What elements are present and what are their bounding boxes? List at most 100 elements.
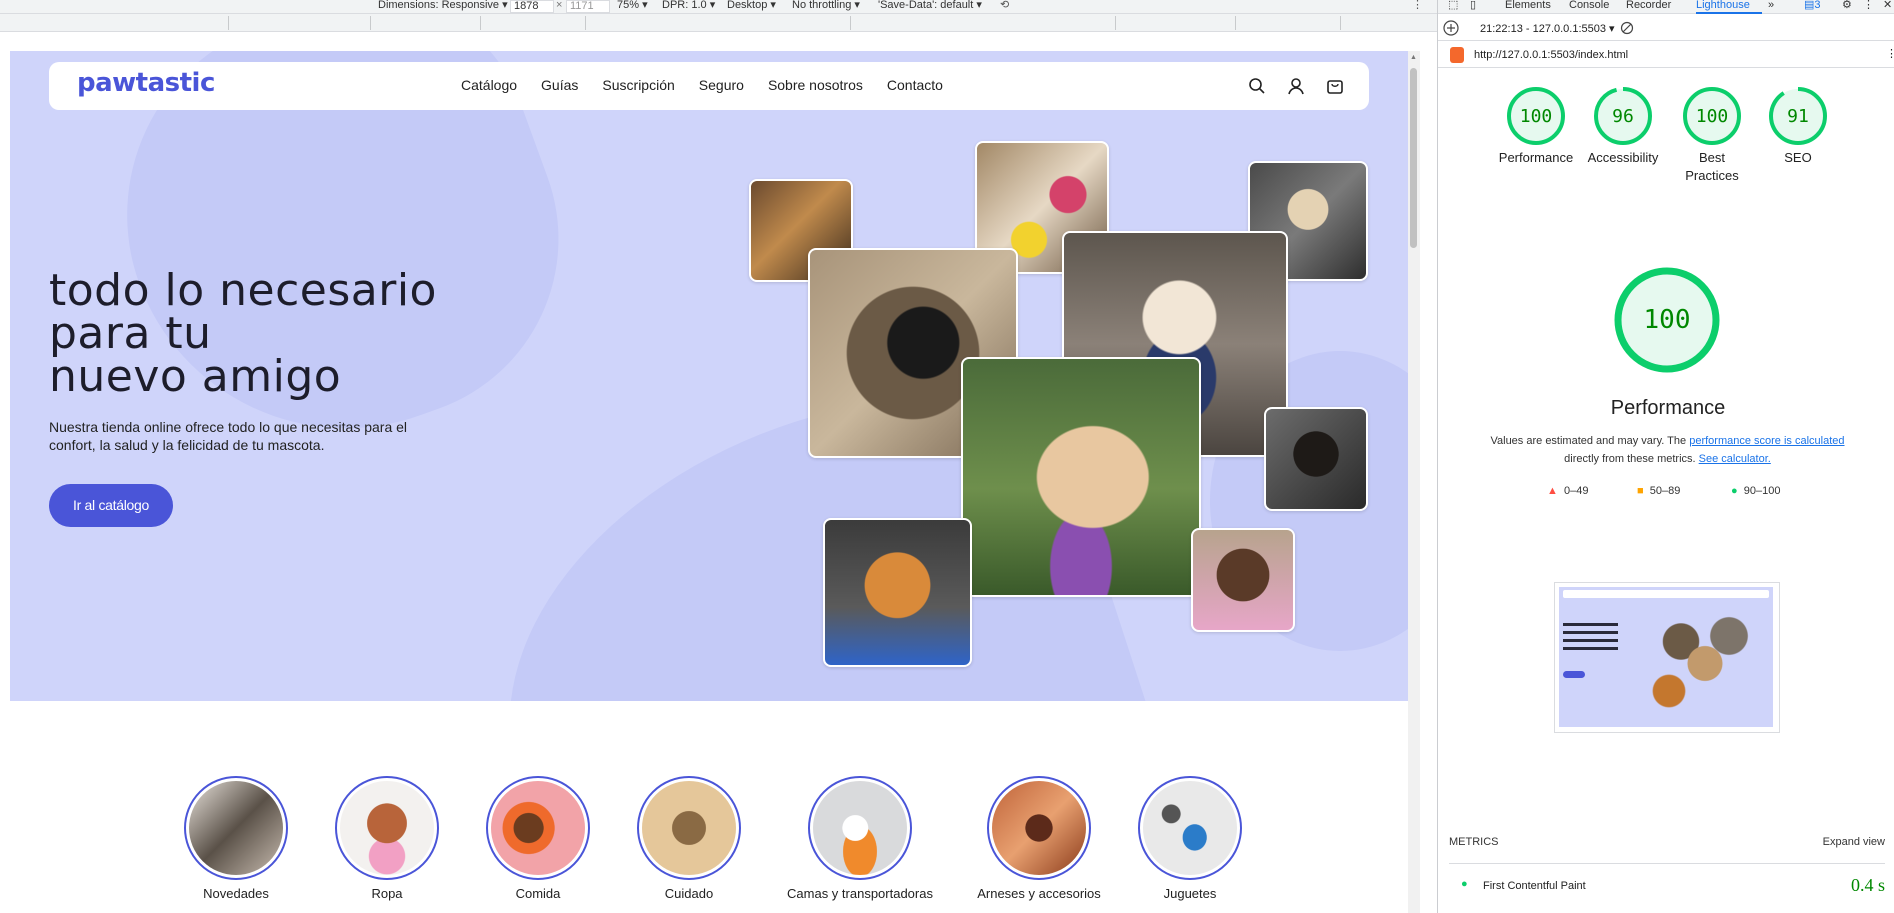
clear-reports-icon[interactable] [1620,21,1634,35]
score-value: 100 [1520,106,1553,127]
score-gauge: 96 [1594,87,1652,145]
close-icon[interactable]: ✕ [1883,0,1892,11]
report-menu-icon[interactable]: ⋮ [1886,47,1894,60]
category-label: Cuidado [664,886,714,901]
category-comida[interactable]: Comida [458,776,618,901]
report-url: http://127.0.0.1:5503/index.html [1474,49,1629,61]
issues-count: 3 [1814,0,1821,11]
category-ropa[interactable]: Ropa [307,776,467,901]
metrics-divider [1449,863,1885,864]
performance-note: Values are estimated and may vary. The p… [1480,432,1855,468]
see-calculator-link[interactable]: See calculator. [1699,453,1771,465]
tab-recorder[interactable]: Recorder [1626,0,1671,11]
cart-icon[interactable] [1324,75,1346,97]
category-label: Arneses y accesorios [977,886,1101,901]
legend-pass: ● 90–100 [1731,485,1781,497]
category-image [987,776,1091,880]
nav-link-sobre-nosotros[interactable]: Sobre nosotros [768,77,863,93]
category-label: Juguetes [1163,886,1217,901]
metric-label: First Contentful Paint [1483,880,1586,892]
score-label: Best Practices [1685,150,1739,183]
new-report-icon[interactable] [1443,20,1459,36]
page-viewport: pawtastic Catálogo Guías Suscripción Seg… [10,51,1408,913]
category-image [1138,776,1242,880]
report-selector-label: 21:22:13 - 127.0.0.1:5503 [1480,23,1606,35]
hero-section: pawtastic Catálogo Guías Suscripción Seg… [10,51,1408,701]
category-cuidado[interactable]: Cuidado [609,776,769,901]
category-label: Novedades [203,886,269,901]
throttling-label: No throttling [792,0,852,11]
device-type-label: Desktop [727,0,768,11]
score-seo[interactable]: 91 SEO [1753,86,1843,167]
tab-elements[interactable]: Elements [1505,0,1551,11]
tab-console[interactable]: Console [1569,0,1609,11]
device-toolbar: Dimensions: Responsive ▾ 1878 × 1171 75%… [0,0,1437,14]
category-label: Ropa [371,886,403,901]
user-icon[interactable] [1285,75,1307,97]
category-camas-transportadoras[interactable]: Camas y transportadoras [780,776,940,901]
more-options-icon[interactable]: ⋮ [1412,0,1423,14]
expand-view-toggle[interactable]: Expand view [1823,836,1885,848]
category-novedades[interactable]: Novedades [156,776,316,901]
score-accessibility[interactable]: 96 Accessibility [1578,86,1668,167]
performance-gauge: 100 [1614,267,1720,373]
lighthouse-icon [1450,47,1464,63]
catalog-button[interactable]: Ir al catálogo [49,484,173,527]
final-screenshot [1554,582,1780,733]
more-tabs-icon[interactable]: » [1768,0,1774,11]
nav-link-seguro[interactable]: Seguro [699,77,744,93]
width-input[interactable]: 1878 [510,0,554,13]
nav-link-guias[interactable]: Guías [541,77,578,93]
zoom-dropdown[interactable]: 75% ▾ [617,0,648,14]
issues-badge[interactable]: ▤3 [1804,0,1821,11]
performance-score-value: 100 [1644,305,1691,335]
settings-icon[interactable]: ⚙ [1842,0,1852,11]
category-image [486,776,590,880]
dpr-dropdown[interactable]: DPR: 1.0 ▾ [662,0,715,14]
thumb-navbar [1563,590,1769,598]
hero-title-line: todo lo necesario [49,265,437,316]
tab-lighthouse[interactable]: Lighthouse [1696,0,1750,11]
devtools-tabbar: ⬚ ▯ Elements Console Recorder Lighthouse… [1438,0,1894,14]
scroll-up-icon[interactable]: ▲ [1410,54,1417,61]
times-separator: × [556,0,563,11]
report-selector[interactable]: 21:22:13 - 127.0.0.1:5503 ▾ [1480,22,1615,35]
score-gauge: 100 [1507,87,1565,145]
score-calculated-link[interactable]: performance score is calculated [1689,435,1844,447]
report-url-bar: http://127.0.0.1:5503/index.html ⋮ [1438,42,1894,68]
metric-value: 0.4 s [1850,875,1885,895]
active-tab-indicator [1696,12,1762,14]
nav-link-contacto[interactable]: Contacto [887,77,943,93]
score-value: 100 [1696,106,1729,127]
thumb-title [1563,623,1618,651]
nav-link-catalogo[interactable]: Catálogo [461,77,517,93]
devtools-menu-icon[interactable]: ⋮ [1863,0,1874,11]
category-arneses-accesorios[interactable]: Arneses y accesorios [959,776,1119,901]
pet-photo-7 [961,357,1201,597]
note-text: Values are estimated and may vary. The [1490,435,1690,447]
height-input[interactable]: 1171 [566,0,610,13]
throttling-dropdown[interactable]: No throttling ▾ [792,0,860,14]
category-image [184,776,288,880]
site-logo[interactable]: pawtastic [77,68,215,98]
save-data-dropdown[interactable]: 'Save-Data': default ▾ [878,0,982,14]
score-performance[interactable]: 100 Performance [1491,86,1581,167]
score-value: 96 [1612,106,1634,127]
dimensions-dropdown[interactable]: Dimensions: Responsive ▾ [378,0,508,14]
search-icon[interactable] [1246,75,1268,97]
inspect-icon[interactable]: ⬚ [1448,0,1458,11]
media-query-ruler [0,14,1437,32]
hero-title-line: nuevo amigo [49,351,342,402]
score-best-practices[interactable]: 100 Best Practices [1667,86,1757,185]
category-label: Camas y transportadoras [787,886,933,901]
save-data-label: 'Save-Data': default [878,0,974,11]
score-label: Performance [1498,150,1574,165]
rotate-icon[interactable]: ⟲ [1000,0,1009,14]
category-juguetes[interactable]: Juguetes [1110,776,1270,901]
nav-link-suscripcion[interactable]: Suscripción [602,77,674,93]
device-type-dropdown[interactable]: Desktop ▾ [727,0,776,14]
legend-label: 0–49 [1564,485,1589,497]
thumb-collage [1645,603,1765,713]
device-toggle-icon[interactable]: ▯ [1470,0,1476,11]
scrollbar-thumb[interactable] [1410,68,1417,248]
